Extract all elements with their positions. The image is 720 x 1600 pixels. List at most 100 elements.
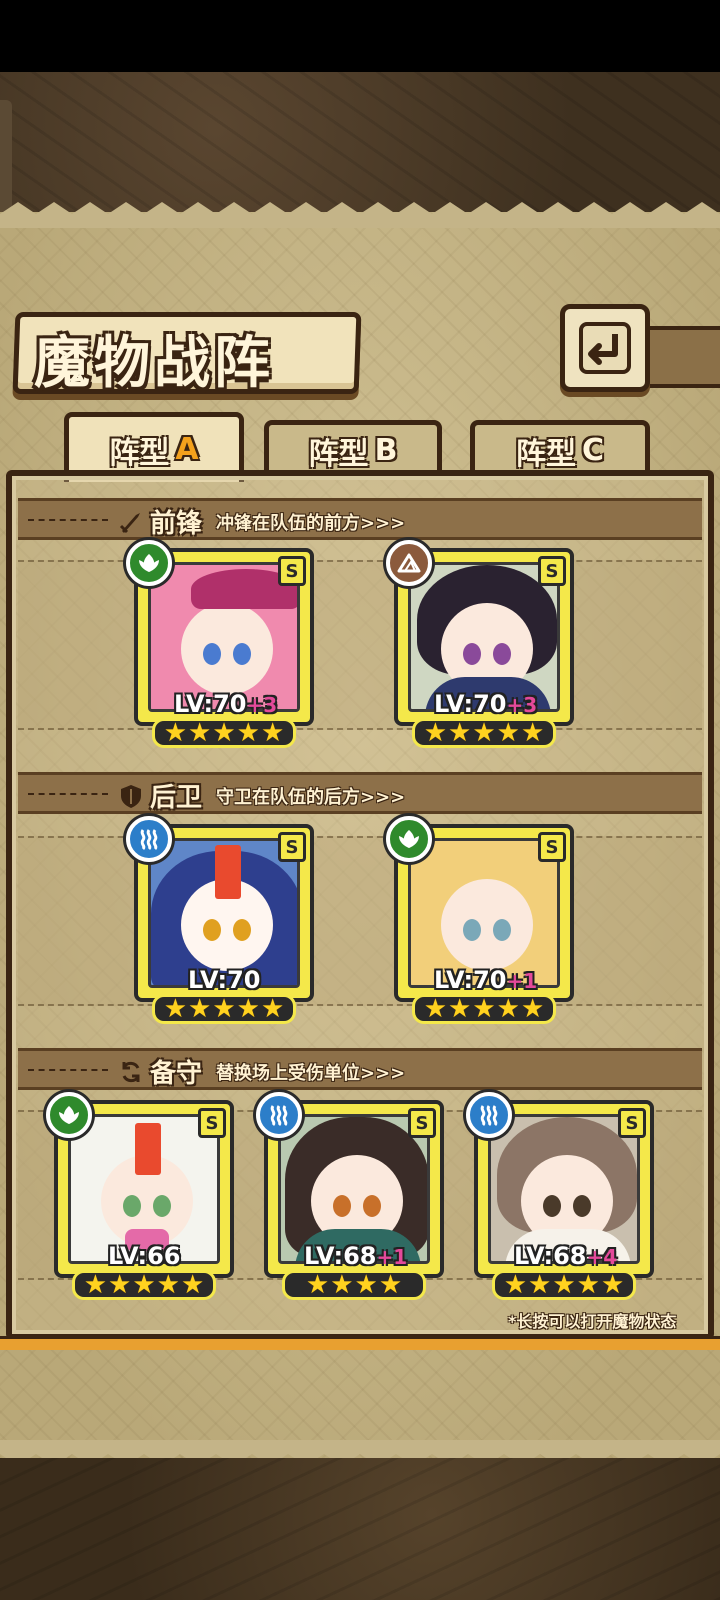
star-rating: ★ ★ ★ ★ ★ [72, 1270, 216, 1300]
star-icon: ★ [472, 994, 496, 1024]
shield-icon [121, 784, 141, 808]
level-plus: +3 [506, 693, 538, 717]
level-label: LV:70+3 [434, 690, 537, 718]
star-icon: ★ [520, 994, 545, 1024]
map-background-bottom [0, 1458, 720, 1600]
leaf-element-icon [126, 540, 172, 586]
leaf-element-icon [46, 1092, 92, 1138]
eye [573, 1195, 591, 1217]
star-icon: ★ [83, 1270, 108, 1300]
star-icon: ★ [354, 1270, 378, 1300]
grade-badge: S [278, 832, 306, 862]
panel-bottom-border [0, 1336, 720, 1350]
star-icon: ★ [260, 994, 285, 1024]
level-value: LV:70 [174, 690, 247, 718]
face [441, 879, 533, 971]
section-desc: 冲锋在队伍的前方>>> [216, 512, 406, 534]
level-label: LV:70+1 [434, 966, 537, 994]
tab-letter: A [175, 432, 199, 467]
star-icon: ★ [528, 1270, 552, 1300]
zigzag-edge-top [0, 202, 720, 228]
monster-card-rear-2[interactable]: S LV:70+1 ★ ★ ★ ★ ★ [386, 816, 574, 1024]
star-rating: ★ ★ ★ ★ [282, 1270, 426, 1300]
long-press-hint: *长按可以打开魔物状态 [508, 1312, 677, 1331]
level-plus: +1 [506, 969, 538, 993]
grade-badge: S [278, 556, 306, 586]
rear-row-band [18, 836, 702, 1006]
section-title: 备守 替换场上受伤单位>>> [118, 1053, 405, 1090]
back-arrow-icon [579, 322, 631, 374]
star-icon: ★ [503, 1270, 528, 1300]
star-icon: ★ [330, 1270, 354, 1300]
level-plus: +3 [246, 693, 278, 717]
section-title: 后卫 守卫在队伍的后方>>> [118, 777, 405, 814]
sword-icon [119, 512, 140, 533]
level-label: LV:70+3 [174, 690, 277, 718]
star-icon: ★ [423, 994, 448, 1024]
tab-label: 阵型 [515, 436, 576, 472]
eye [233, 643, 251, 665]
divider [28, 793, 108, 795]
front-row-band [18, 560, 702, 730]
rock-element-icon [386, 540, 432, 586]
eye [233, 919, 251, 941]
level-label: LV:68+4 [514, 1242, 617, 1270]
level-value: LV:70 [434, 966, 507, 994]
water-element-icon [126, 816, 172, 862]
tab-label: 阵型 [109, 435, 170, 471]
level-label: LV:70 [188, 966, 260, 994]
star-icon: ★ [600, 1270, 625, 1300]
star-icon: ★ [305, 1270, 330, 1300]
star-icon: ★ [378, 1270, 403, 1300]
star-icon: ★ [132, 1270, 156, 1300]
eye [493, 643, 511, 665]
eye [203, 919, 221, 941]
tab-label: 阵型 [308, 436, 369, 472]
eye [363, 1195, 381, 1217]
eye [203, 643, 221, 665]
monster-card-front-2[interactable]: S LV:70+3 ★ ★ ★ ★ ★ [386, 540, 574, 748]
level-plus: +4 [586, 1245, 618, 1269]
section-desc: 守卫在队伍的后方>>> [216, 786, 406, 808]
level-label: LV:66 [108, 1242, 180, 1270]
divider [28, 519, 108, 521]
level-label: LV:68+1 [304, 1242, 407, 1270]
star-icon: ★ [448, 994, 472, 1024]
section-reserve-header: 备守 替换场上受伤单位>>> [18, 1048, 702, 1090]
back-button-extension [640, 326, 720, 388]
grade-badge: S [538, 556, 566, 586]
grade-badge: S [618, 1108, 646, 1138]
star-icon: ★ [163, 718, 188, 748]
section-desc: 替换场上受伤单位>>> [216, 1062, 406, 1084]
back-button[interactable] [560, 304, 650, 392]
monster-card-reserve-2[interactable]: S LV:68+1 ★ ★ ★ ★ [256, 1092, 444, 1300]
talisman [215, 845, 241, 899]
star-icon: ★ [260, 718, 285, 748]
divider [28, 1069, 108, 1071]
tab-letter: C [581, 433, 605, 468]
monster-card-reserve-3[interactable]: S LV:68+4 ★ ★ ★ ★ ★ [466, 1092, 654, 1300]
monster-card-reserve-1[interactable]: S LV:66 ★ ★ ★ ★ ★ [46, 1092, 234, 1300]
eye [123, 1195, 141, 1217]
level-value: LV:70 [434, 690, 507, 718]
eye [543, 1195, 561, 1217]
tab-formation-b[interactable]: 阵型 B [264, 420, 442, 476]
star-icon: ★ [496, 718, 520, 748]
monster-card-front-1[interactable]: S LV:70+3 ★ ★ ★ ★ ★ [126, 540, 314, 748]
section-title: 前锋 冲锋在队伍的前方>>> [118, 503, 405, 540]
page-title: 魔物战阵 [34, 331, 274, 396]
section-front-header: 前锋 冲锋在队伍的前方>>> [18, 498, 702, 540]
talisman [135, 1123, 161, 1175]
section-rear-header: 后卫 守卫在队伍的后方>>> [18, 772, 702, 814]
water-element-icon [466, 1092, 512, 1138]
section-name: 备守 [150, 1059, 203, 1089]
level-value: LV:70 [188, 966, 261, 994]
level-plus: +1 [376, 1245, 408, 1269]
star-icon: ★ [520, 718, 545, 748]
tab-formation-c[interactable]: 阵型 C [470, 420, 650, 476]
grade-badge: S [408, 1108, 436, 1138]
monster-card-rear-1[interactable]: S LV:70 ★ ★ ★ ★ ★ [126, 816, 314, 1024]
star-icon: ★ [472, 718, 496, 748]
star-icon: ★ [423, 718, 448, 748]
map-background-top [0, 72, 720, 212]
